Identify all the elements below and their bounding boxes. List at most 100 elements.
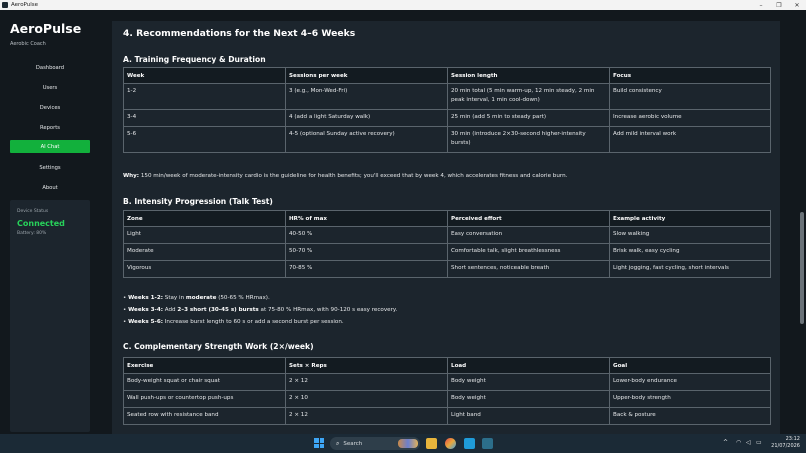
file-explorer-icon[interactable] (426, 438, 437, 449)
table-header: Perceived effort (447, 210, 610, 227)
sidebar: AeroPulse Aerobic Coach Dashboard Users … (0, 10, 100, 434)
table-cell: Body-weight squat or chair squat (123, 373, 286, 391)
bullet-text: (50-65 % HRmax). (218, 295, 270, 301)
scrollbar-thumb[interactable] (800, 212, 804, 324)
table-cell: Body weight (447, 373, 610, 391)
taskbar-clock[interactable]: 23:12 21/07/2026 (771, 436, 800, 450)
bullet-text: Add (164, 307, 176, 313)
table-cell: Easy conversation (447, 226, 610, 244)
sidebar-item-ai-chat[interactable]: AI Chat (10, 140, 90, 153)
browser-icon[interactable] (445, 438, 456, 449)
chat-content-panel: 4. Recommendations for the Next 4–6 Week… (112, 21, 780, 434)
battery-level: Battery: 80% (17, 231, 47, 236)
table-row: Wall push-ups or countertop push-ups 2 ×… (123, 390, 771, 408)
table-cell: 50-70 % (285, 243, 448, 261)
maximize-button[interactable]: ❐ (770, 2, 788, 9)
bullet-strong: moderate (185, 295, 217, 301)
sidebar-item-dashboard[interactable]: Dashboard (10, 61, 90, 74)
table-cell: 4 (add a light Saturday walk) (285, 109, 448, 127)
search-icon: ⌕ (336, 439, 340, 447)
table-cell: 4-5 (optional Sunday active recovery) (285, 126, 448, 153)
taskbar-search[interactable]: ⌕ Search (330, 437, 420, 450)
table-header: Week (123, 67, 286, 84)
table-row: 5-6 4-5 (optional Sunday active recovery… (123, 126, 771, 153)
table-header: Example activity (609, 210, 771, 227)
tray-overflow-icon[interactable]: ^ (723, 439, 728, 446)
table-cell: 2 × 12 (285, 407, 448, 425)
table-header-row: Week Sessions per week Session length Fo… (123, 67, 771, 84)
sidebar-item-users[interactable]: Users (10, 81, 90, 94)
table-header: Exercise (123, 357, 286, 374)
table-cell: Slow walking (609, 226, 771, 244)
table-cell: 40-50 % (285, 226, 448, 244)
table-header-row: Exercise Sets × Reps Load Goal (123, 357, 771, 374)
device-status-label: Device Status (17, 209, 49, 214)
bullet-item: • Weeks 5-6: Increase burst length to 60… (123, 319, 344, 325)
strength-work-table: Exercise Sets × Reps Load Goal Body-weig… (123, 357, 771, 425)
table-row: Moderate 50-70 % Comfortable talk, sligh… (123, 243, 771, 261)
sidebar-item-devices[interactable]: Devices (10, 101, 90, 114)
app-icon (2, 2, 8, 8)
table-cell: Moderate (123, 243, 286, 261)
table-cell: Add mild interval work (609, 126, 771, 153)
minimize-button[interactable]: – (752, 2, 770, 9)
sidebar-item-about[interactable]: About (10, 181, 90, 194)
section-b-title: B. Intensity Progression (Talk Test) (123, 197, 273, 206)
wifi-icon[interactable]: ◠ (736, 439, 741, 446)
table-cell: 2 × 12 (285, 373, 448, 391)
table-cell: Light (123, 226, 286, 244)
store-app-icon[interactable] (464, 438, 475, 449)
brand-title: AeroPulse (10, 21, 82, 36)
aeropulse-taskbar-icon[interactable] (482, 438, 493, 449)
table-header: Goal (609, 357, 771, 374)
device-status-value: Connected (17, 219, 65, 228)
table-cell: Increase aerobic volume (609, 109, 771, 127)
table-cell: Brisk walk, easy cycling (609, 243, 771, 261)
table-header: HR% of max (285, 210, 448, 227)
table-cell: 2 × 10 (285, 390, 448, 408)
table-cell: Seated row with resistance band (123, 407, 286, 425)
table-header: Sets × Reps (285, 357, 448, 374)
os-taskbar: ⌕ Search ^ ◠ ◁ ▭ 23:12 21/07/2026 (0, 434, 806, 453)
table-header: Sessions per week (285, 67, 448, 84)
table-row: Vigorous 70-85 % Short sentences, notice… (123, 260, 771, 278)
table-row: 3-4 4 (add a light Saturday walk) 25 min… (123, 109, 771, 127)
table-cell: 70-85 % (285, 260, 448, 278)
sidebar-item-reports[interactable]: Reports (10, 121, 90, 134)
table-header-row: Zone HR% of max Perceived effort Example… (123, 210, 771, 227)
table-row: Seated row with resistance band 2 × 12 L… (123, 407, 771, 425)
why-text: 150 min/week of moderate-intensity cardi… (140, 173, 568, 179)
start-button[interactable] (314, 438, 324, 448)
section-c-title: C. Complementary Strength Work (2×/week) (123, 342, 314, 351)
table-cell: Light band (447, 407, 610, 425)
content-scrollbar[interactable] (798, 10, 806, 434)
table-cell: 20 min total (5 min warm-up, 12 min stea… (447, 83, 610, 110)
table-row: 1-2 3 (e.g., Mon-Wed-Fri) 20 min total (… (123, 83, 771, 110)
bullet-item: • Weeks 1-2: Stay in moderate (50-65 % H… (123, 295, 270, 301)
table-cell: Wall push-ups or countertop push-ups (123, 390, 286, 408)
search-highlight-icon (398, 439, 418, 448)
device-status-card: Device Status Connected Battery: 80% (10, 200, 90, 432)
table-header: Focus (609, 67, 771, 84)
training-frequency-table: Week Sessions per week Session length Fo… (123, 67, 771, 153)
table-cell: 3 (e.g., Mon-Wed-Fri) (285, 83, 448, 110)
table-cell: Body weight (447, 390, 610, 408)
bullet-text: Increase burst length to 60 s or add a s… (164, 319, 344, 325)
table-cell: Upper-body strength (609, 390, 771, 408)
bullet-lead: Weeks 5-6: (128, 319, 163, 325)
volume-icon[interactable]: ◁ (746, 439, 751, 446)
why-paragraph: Why: 150 min/week of moderate-intensity … (123, 173, 567, 179)
bullet-text: Stay in (164, 295, 185, 301)
recommendations-heading: 4. Recommendations for the Next 4–6 Week… (123, 28, 356, 39)
battery-icon[interactable]: ▭ (756, 439, 762, 446)
sidebar-item-settings[interactable]: Settings (10, 161, 90, 174)
table-cell: Light jogging, fast cycling, short inter… (609, 260, 771, 278)
table-header: Load (447, 357, 610, 374)
intensity-table: Zone HR% of max Perceived effort Example… (123, 210, 771, 278)
clock-time: 23:12 (785, 436, 800, 442)
why-label: Why: (123, 173, 140, 179)
bullet-text: at 75-80 % HRmax, with 90-120 s easy rec… (260, 307, 398, 313)
table-header: Session length (447, 67, 610, 84)
close-button[interactable]: ✕ (788, 2, 806, 9)
table-row: Light 40-50 % Easy conversation Slow wal… (123, 226, 771, 244)
